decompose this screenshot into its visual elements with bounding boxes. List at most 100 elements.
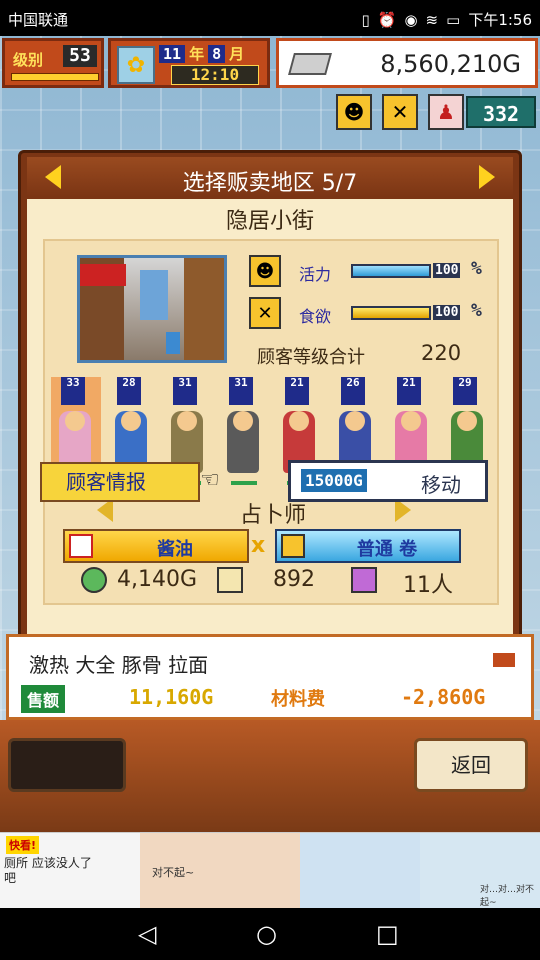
carrier-name: 中国联通 [8,11,69,29]
move-label: 移动 [421,473,461,497]
dish-name: 激热 大全 豚骨 拉面 [29,653,209,677]
year-unit: 年 [189,45,205,63]
month-value: 8 [208,44,226,63]
next-area-arrow-icon[interactable] [479,165,495,189]
alarm-icon: ⏰ [377,10,397,29]
vitality-percent-sign: % [471,258,482,279]
customer-level: 31 [229,377,253,405]
navigation-bar: ◁ ○ □ [0,908,540,960]
sales-strip: 激热 大全 豚骨 拉面 售额 11,160G 材料费 -2,860G [6,634,534,720]
date-box[interactable]: ✿ 11 年 8 月 12:10 [108,38,270,88]
person-icon[interactable]: ♟ [428,94,464,130]
customer-head [233,411,253,431]
date-line: 11 年 8 月 [159,43,244,64]
home-circle-icon[interactable]: ○ [256,920,277,948]
sales-value: 11,160G [129,685,214,709]
status-icons: ▯ ⏰ ◉ ≋ ▭ 下午1:56 [362,9,533,30]
level-box[interactable]: 级别 53 [2,38,104,88]
money-box: 8,560,210G [276,38,538,88]
customer-level: 28 [117,377,141,405]
customer-level: 33 [61,377,85,405]
customer-info-button[interactable]: 顾客情报 [40,462,200,502]
vitality-bar [351,264,431,278]
customer-head [65,411,85,431]
spoon-icon [217,567,243,593]
times-symbol: x [251,533,266,558]
soy-sauce-icon [69,534,93,558]
eye-icon: ◉ [404,10,418,29]
move-price: 15000G [301,469,367,492]
customer-rank-value: 220 [421,341,462,365]
product-1-label: 酱油 [157,539,193,560]
spoon-value: 892 [273,567,315,592]
customer-head [289,411,309,431]
empty-slot-button[interactable] [8,738,126,792]
product-favorite-1[interactable]: 酱油 [63,529,249,563]
customer-head [345,411,365,431]
status-bar: 中国联通 ▯ ⏰ ◉ ≋ ▭ 下午1:56 [0,0,540,36]
appetite-percent-sign: % [471,300,482,321]
customer-status-bar [231,481,257,485]
street-scene-image [77,255,227,363]
year-value: 11 [159,44,186,63]
product-favorite-2[interactable]: 普通 卷 [275,529,461,563]
vitality-label: 活力 [299,265,332,284]
vitality-value: 100 [433,263,461,278]
cost-value: -2,860G [401,685,486,709]
people-value: 11人 [403,573,453,598]
appetite-icon: ✕ [249,297,281,329]
customer-level: 29 [453,377,477,405]
customer-head [177,411,197,431]
area-money-value: 4,140G [117,567,198,592]
month-unit: 月 [229,45,245,63]
appetite-label: 食欲 [299,307,332,326]
sunflower-icon: ✿ [117,46,155,84]
customer-level: 21 [397,377,421,405]
ad-tag: 快看! [6,836,40,854]
customer-head [457,411,477,431]
vitality-icon[interactable]: ☻ [336,94,372,130]
sales-label: 售额 [21,685,66,713]
customer-head [121,411,141,431]
product-2-label: 普通 卷 [356,539,418,560]
ad-text-3: 对…对…对不起~ [480,885,535,908]
customer-head [401,411,421,431]
level-label: 级别 [13,51,44,69]
customer-rank-label: 顾客等级合计 [257,347,365,368]
fork-knife-icon[interactable]: ✕ [382,94,418,130]
panel-body: 隐居小街 ☻ 活力 100 % ✕ 食欲 100 % 顾客等级合计 220 33… [27,199,513,653]
back-triangle-icon[interactable]: ◁ [138,920,156,948]
area-select-panel: 选择贩卖地区 5/7 隐居小街 ☻ 活力 100 % ✕ 食欲 100 % 顾客… [18,150,522,660]
customer-level: 21 [285,377,309,405]
dish-badge [493,653,515,667]
level-progress-bar [11,73,99,81]
money-value: 8,560,210G [380,50,521,78]
game-time: 12:10 [171,65,259,85]
panel-title: 选择贩卖地区 5/7 [182,171,358,196]
ad-text-2: 对不起~ [152,866,195,879]
status-time: 下午1:56 [468,11,532,29]
customer-level: 26 [341,377,365,405]
panel-header: 选择贩卖地区 5/7 [27,157,513,197]
appetite-value: 100 [433,305,461,320]
customer-slot[interactable]: 31 [219,377,269,485]
ad-text-1: 厕所 应该没人了吧 [4,856,92,885]
vitality-icon: ☻ [249,255,281,287]
wifi-icon: ≋ [425,10,439,29]
recent-apps-icon[interactable]: □ [376,920,399,948]
money-bag-icon [81,567,107,593]
roll-icon [281,534,305,558]
appetite-bar [351,306,431,320]
cash-icon [288,53,332,75]
vibrate-icon: ▯ [361,10,370,29]
district-name: 隐居小街 [225,209,314,234]
cost-label: 材料费 [271,689,325,710]
pointing-hand-icon: ☜ [200,468,220,493]
level-value: 53 [63,45,97,67]
back-button[interactable]: 返回 [414,738,528,792]
battery-icon: ▭ [446,10,461,29]
visitor-count: 332 [466,96,536,128]
customer-level: 31 [173,377,197,405]
move-button[interactable]: 15000G 移动 [288,460,488,502]
district-details: ☻ 活力 100 % ✕ 食欲 100 % 顾客等级合计 220 33 28 31 3… [43,239,499,605]
